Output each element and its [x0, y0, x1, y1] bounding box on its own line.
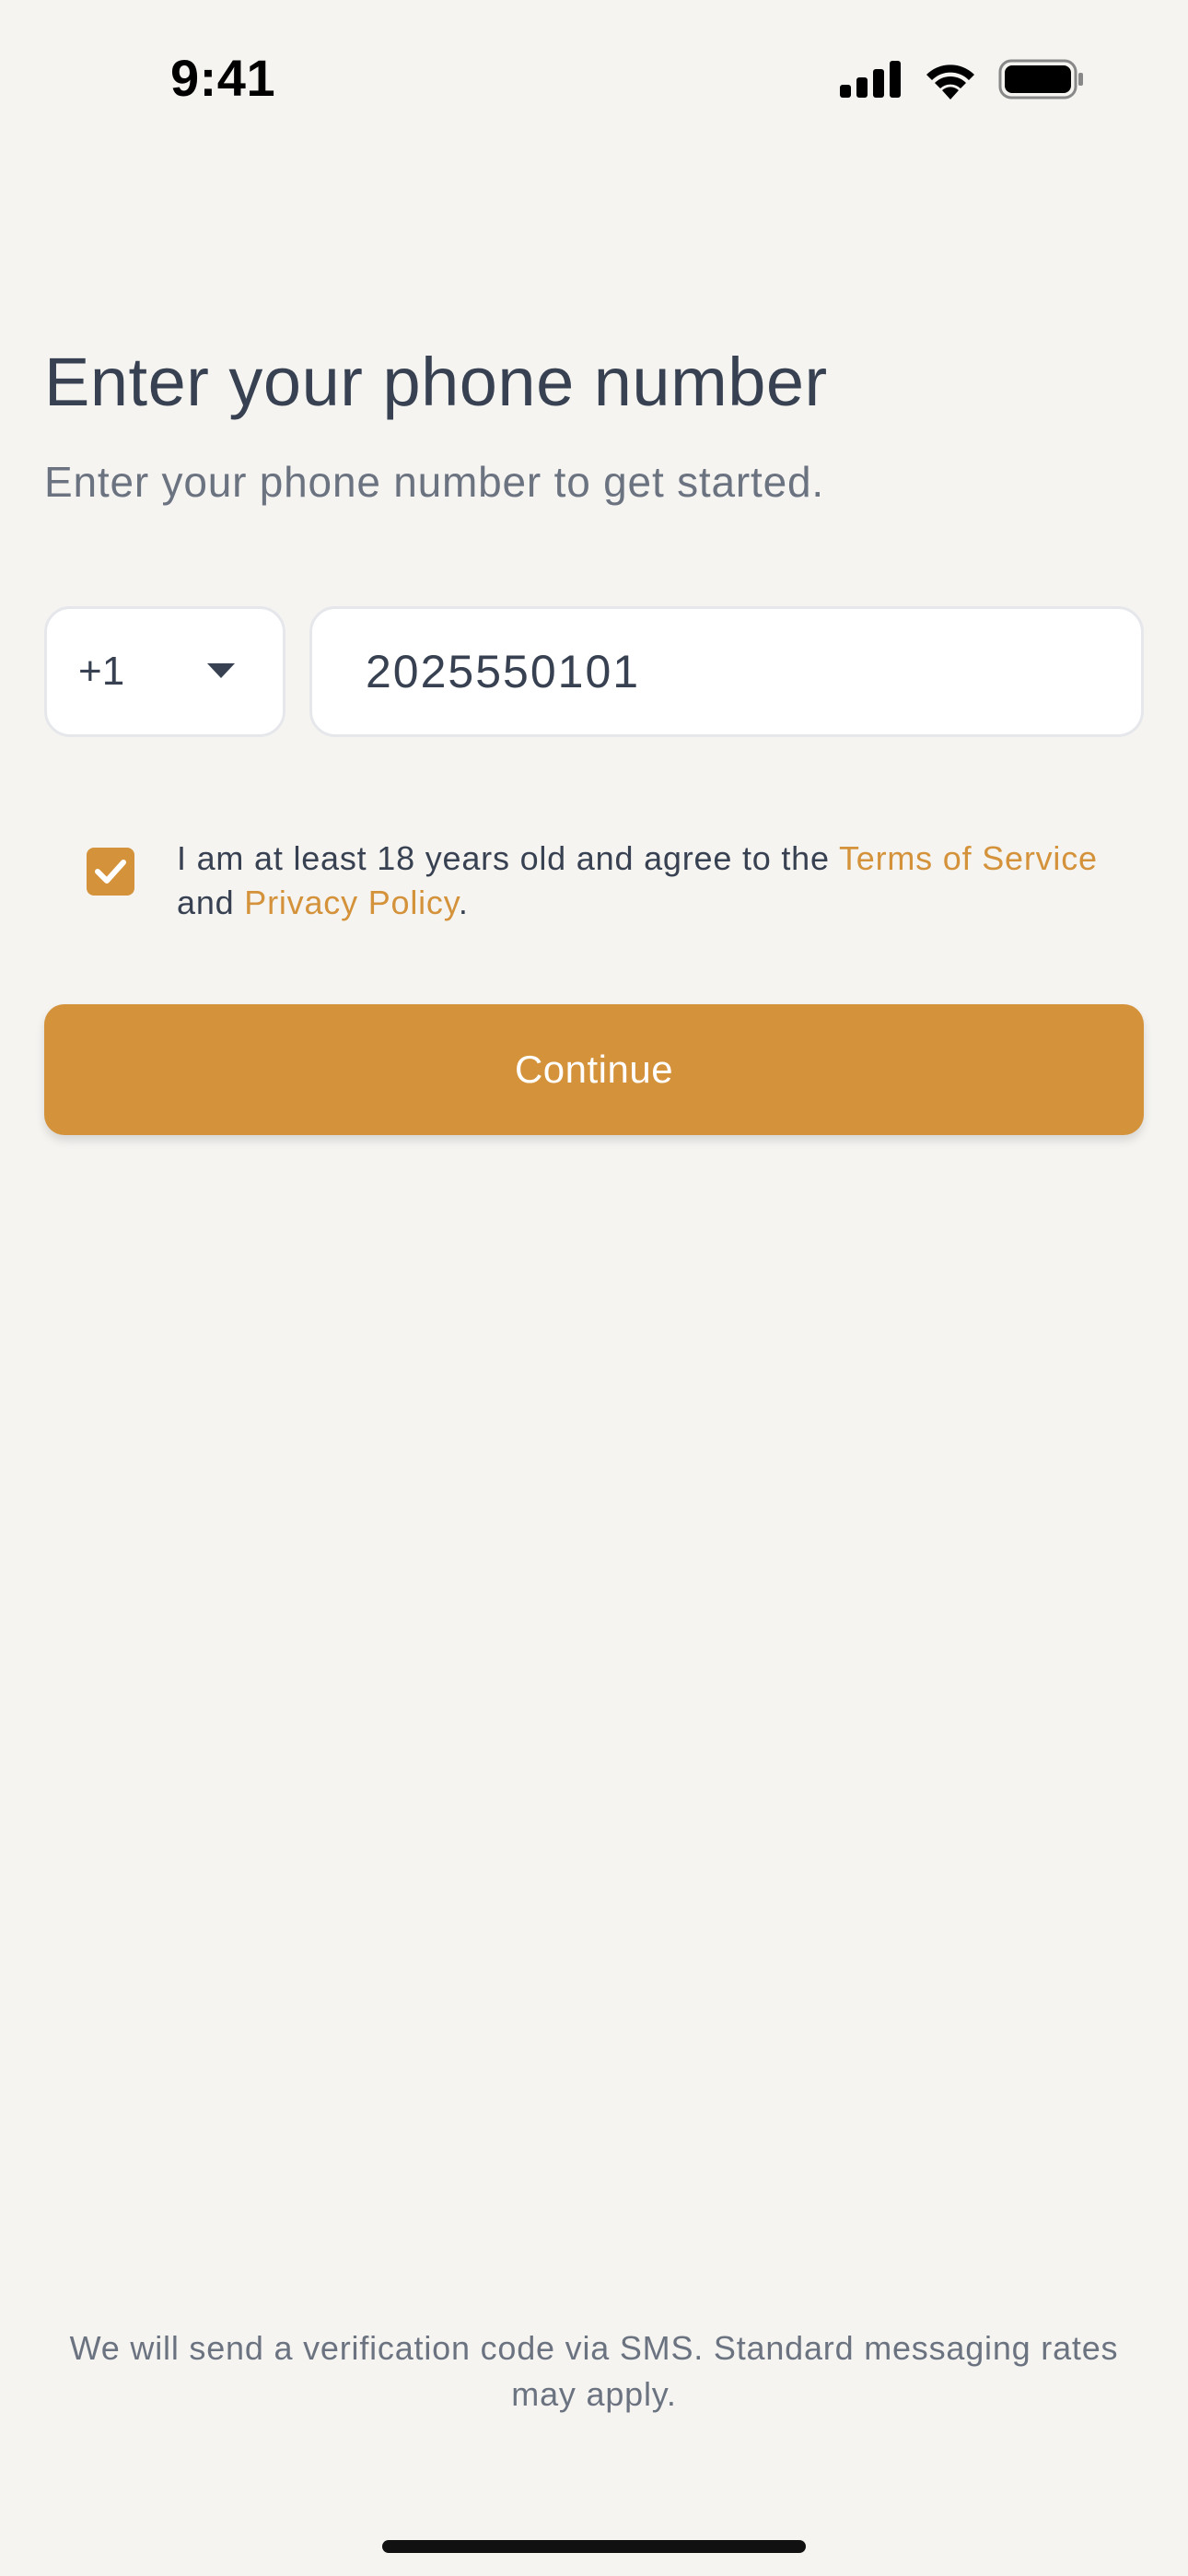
status-time: 9:41: [170, 49, 276, 107]
home-indicator[interactable]: [382, 2540, 806, 2553]
country-code-select[interactable]: +1: [44, 606, 285, 737]
consent-text-before: I am at least 18 years old and agree to …: [177, 839, 839, 877]
country-code-value: +1: [78, 649, 125, 694]
consent-text-middle: and: [177, 884, 245, 921]
status-icons: [840, 59, 1085, 103]
phone-number-input[interactable]: [309, 606, 1144, 737]
terms-of-service-link[interactable]: Terms of Service: [839, 839, 1098, 877]
age-consent-checkbox[interactable]: [87, 848, 134, 896]
page-subtitle: Enter your phone number to get started.: [44, 458, 824, 506]
continue-button[interactable]: Continue: [44, 1004, 1144, 1135]
cellular-signal-icon: [840, 60, 903, 102]
sms-disclaimer: We will send a verification code via SMS…: [69, 2329, 1119, 2413]
status-bar: 9:41: [0, 0, 1188, 157]
privacy-policy-link[interactable]: Privacy Policy: [244, 884, 459, 921]
chevron-down-icon: [207, 663, 235, 678]
wifi-icon: [923, 59, 978, 104]
consent-text: I am at least 18 years old and agree to …: [177, 837, 1153, 925]
battery-icon: [998, 59, 1085, 104]
page-title: Enter your phone number: [44, 344, 828, 420]
consent-text-after: .: [458, 884, 469, 921]
